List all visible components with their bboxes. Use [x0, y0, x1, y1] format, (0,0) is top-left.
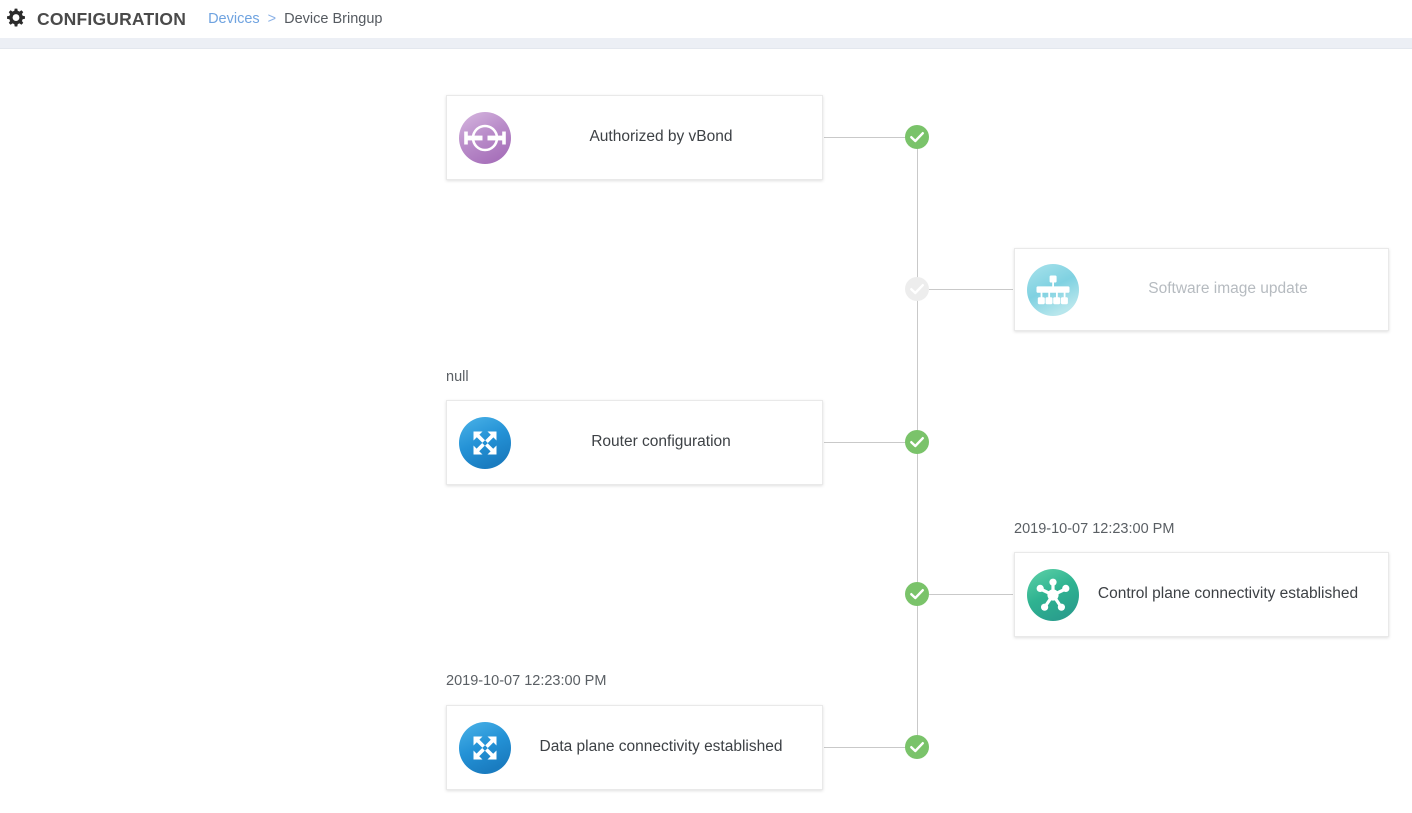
- check-circle-icon: [905, 430, 929, 454]
- bringup-card-label: Software image update: [1148, 280, 1308, 298]
- status-node-router-configuration[interactable]: [905, 430, 929, 454]
- status-node-data-plane-connectivity-established[interactable]: [905, 735, 929, 759]
- bringup-card-meta-router-configuration: null: [446, 369, 469, 385]
- status-node-authorized-by-vbond[interactable]: [905, 125, 929, 149]
- check-circle-icon: [905, 582, 929, 606]
- check-circle-icon: [905, 277, 929, 301]
- router-icon: [459, 721, 511, 774]
- bringup-card-label: Control plane connectivity established: [1097, 585, 1359, 603]
- breadcrumb: Devices > Device Bringup: [208, 11, 382, 27]
- check-circle-icon: [905, 125, 929, 149]
- bringup-card-label: Authorized by vBond: [589, 128, 733, 146]
- bringup-card-meta-data-plane: 2019-10-07 12:23:00 PM: [446, 673, 607, 689]
- router-icon: [459, 416, 511, 469]
- bringup-card-authorized-by-vbond[interactable]: Authorized by vBond: [446, 95, 823, 180]
- device-bringup-timeline: Authorized by vBond Software image updat…: [0, 49, 1412, 813]
- bringup-card-label: Router configuration: [591, 433, 731, 451]
- page-title: CONFIGURATION: [37, 8, 187, 29]
- header-divider-band: [0, 38, 1412, 49]
- bringup-card-router-configuration[interactable]: Router configuration: [446, 400, 823, 485]
- bringup-card-data-plane-connectivity-established[interactable]: Data plane connectivity established: [446, 705, 823, 790]
- app-header: CONFIGURATION Devices > Device Bringup: [0, 0, 1412, 38]
- control-plane-icon: [1027, 568, 1079, 621]
- status-node-control-plane-connectivity-established[interactable]: [905, 582, 929, 606]
- bringup-card-label: Data plane connectivity established: [539, 738, 783, 756]
- check-circle-icon: [905, 735, 929, 759]
- gear-icon: [7, 8, 25, 27]
- breadcrumb-link-devices[interactable]: Devices: [208, 11, 260, 27]
- bringup-card-meta-control-plane: 2019-10-07 12:23:00 PM: [1014, 521, 1175, 537]
- status-node-software-image-update[interactable]: [905, 277, 929, 301]
- breadcrumb-current-device-bringup: Device Bringup: [284, 11, 383, 27]
- breadcrumb-separator-icon: >: [267, 11, 277, 27]
- software-image-update-icon: [1027, 263, 1079, 316]
- bringup-card-software-image-update[interactable]: Software image update: [1014, 248, 1389, 331]
- bringup-card-control-plane-connectivity-established[interactable]: Control plane connectivity established: [1014, 552, 1389, 637]
- vbond-icon: [459, 111, 511, 164]
